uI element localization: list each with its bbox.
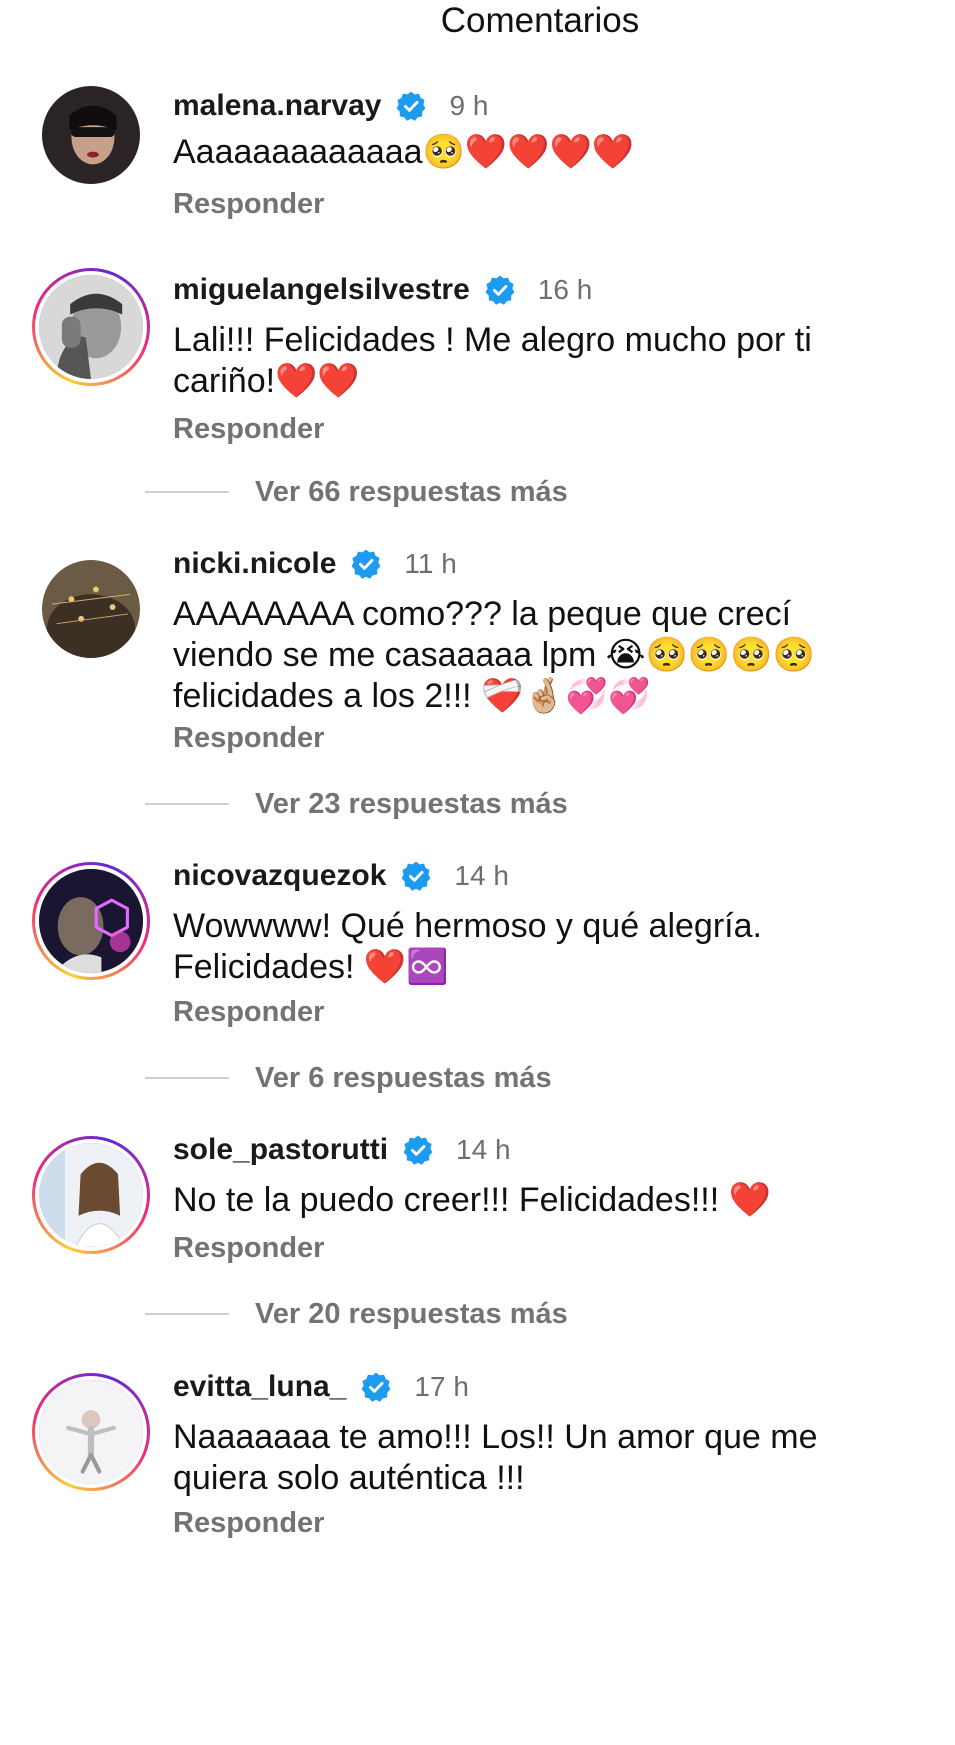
comment-text-line: Naaaaaaa te amo!!! Los!! Un amor que me [173,1418,818,1456]
comment-time: 9 h [449,90,489,121]
avatar[interactable] [32,1136,150,1254]
avatar[interactable] [32,268,150,386]
avatar[interactable] [32,1373,150,1491]
username[interactable]: nicki.nicole [173,547,336,581]
reply-button[interactable]: Responder [173,188,324,221]
reply-button[interactable]: Responder [173,722,324,755]
comment-time: 17 h [414,1371,469,1402]
comment-text: Wowwww! Qué hermoso y qué alegría. Felic… [173,906,933,988]
username[interactable]: evitta_luna_ [173,1370,346,1404]
comment-text-line: No te la puedo creer!!! Felicidades!!! ❤… [173,1181,771,1219]
comment-text-line: Felicidades! ❤️♾️ [173,948,449,986]
comment-time: 16 h [537,274,593,305]
view-more-replies-label: Ver 6 respuestas más [255,1061,552,1094]
avatar[interactable] [32,550,150,668]
comment-text-line: Wowwww! Qué hermoso y qué alegría. [173,907,762,945]
view-more-replies-label: Ver 23 respuestas más [255,787,568,820]
comment-text: Naaaaaaa te amo!!! Los!! Un amor que me … [173,1417,933,1499]
replies-divider [145,803,229,805]
verified-badge-icon [395,90,427,122]
comment-text-line: cariño!❤️❤️ [173,362,360,400]
verified-badge-icon [350,548,382,580]
comment-text-line: Lali!!! Felicidades ! Me alegro mucho po… [173,321,812,359]
replies-divider [145,1313,229,1315]
view-more-replies-label: Ver 66 respuestas más [255,475,568,508]
comment-text-line: AAAAAAAA como??? la peque que crecí [173,595,792,633]
username[interactable]: sole_pastorutti [173,1133,388,1167]
comment-time: 14 h [456,1134,511,1165]
avatar[interactable] [32,76,150,194]
comment-text: No te la puedo creer!!! Felicidades!!! ❤… [173,1180,933,1221]
reply-button[interactable]: Responder [173,996,324,1029]
comment-text-line: viendo se me casaaaaa lpm 😭🥺🥺🥺🥺 [173,636,815,674]
avatar[interactable] [32,862,150,980]
comment-time: 14 h [454,860,509,891]
reply-button[interactable]: Responder [173,1232,324,1265]
avatar-image [42,86,140,184]
replies-divider [145,491,229,493]
view-more-replies-button[interactable]: Ver 6 respuestas más [145,1058,552,1098]
comment-meta: evitta_luna_ 17 h [173,1367,469,1407]
view-more-replies-button[interactable]: Ver 23 respuestas más [145,784,568,824]
view-more-replies-button[interactable]: Ver 66 respuestas más [145,472,568,512]
avatar-image [39,275,143,379]
verified-badge-icon [484,274,516,306]
avatar-image [39,869,143,973]
comment-meta: miguelangelsilvestre 16 h [173,270,592,310]
reply-button[interactable]: Responder [173,413,324,446]
comment-meta: nicki.nicole 11 h [173,544,457,584]
replies-divider [145,1077,229,1079]
view-more-replies-button[interactable]: Ver 20 respuestas más [145,1294,568,1334]
comment-text: Lali!!! Felicidades ! Me alegro mucho po… [173,320,933,402]
verified-badge-icon [360,1371,392,1403]
avatar-image [42,560,140,658]
username[interactable]: miguelangelsilvestre [173,273,470,307]
avatar-image [39,1143,143,1247]
verified-badge-icon [400,860,432,892]
comment-text-line: quiera solo auténtica !!! [173,1459,525,1497]
reply-button[interactable]: Responder [173,1507,324,1540]
verified-badge-icon [402,1134,434,1166]
avatar-image [39,1380,143,1484]
comment-text: Aaaaaaaaaaaaa🥺❤️❤️❤️❤️ [173,132,933,173]
page-title: Comentarios [440,1,640,40]
username[interactable]: malena.narvay [173,89,381,123]
comment-text-line: felicidades a los 2!!! ❤️‍🩹🤞🏼💞💞 [173,677,651,715]
comment-meta: malena.narvay 9 h [173,86,488,126]
comment-text-line: Aaaaaaaaaaaaa🥺❤️❤️❤️❤️ [173,133,635,171]
comment-meta: sole_pastorutti 14 h [173,1130,511,1170]
username[interactable]: nicovazquezok [173,859,386,893]
comment-time: 11 h [404,548,457,579]
comment-meta: nicovazquezok 14 h [173,856,509,896]
comment-text: AAAAAAAA como??? la peque que crecí vien… [173,594,933,717]
view-more-replies-label: Ver 20 respuestas más [255,1297,568,1330]
